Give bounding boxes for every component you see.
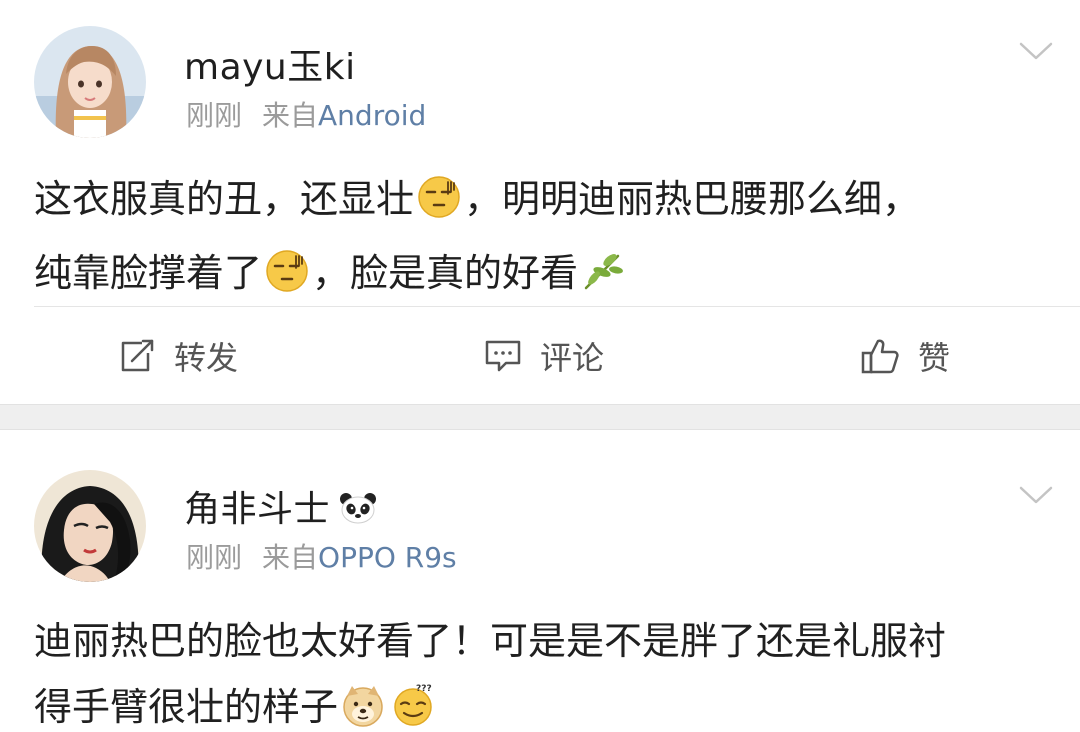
post-meta: 刚刚 来自Android <box>186 94 426 134</box>
repost-button[interactable]: 转发 <box>118 307 238 404</box>
feed-separator <box>0 404 1080 430</box>
content-text: 这衣服真的丑，还显壮 <box>34 177 415 221</box>
comment-label: 评论 <box>540 338 605 377</box>
comment-button[interactable]: 评论 <box>484 307 604 404</box>
svg-text:???: ??? <box>416 684 432 694</box>
sweat-face-icon <box>264 248 310 314</box>
post-content: 迪丽热巴的脸也太好看了！可是是不是胖了还是礼服衬 得手臂很壮的样子??? <box>34 608 1054 732</box>
username-text: 角非斗士 <box>184 489 331 530</box>
sweat-face-icon <box>416 174 462 240</box>
content-text: ，脸是真的好看 <box>312 251 579 295</box>
repost-label: 转发 <box>174 338 239 377</box>
post-content: 这衣服真的丑，还显壮 ，明明迪丽热巴腰那么细， 纯靠脸撑着了 ，脸是真的好看 <box>34 166 1054 314</box>
confused-face-icon: ??? <box>390 682 436 732</box>
post-time: 刚刚 <box>186 541 243 574</box>
avatar[interactable] <box>34 470 146 582</box>
source-prefix: 来自 <box>262 541 319 574</box>
avatar[interactable] <box>34 26 146 138</box>
post-time: 刚刚 <box>186 99 243 132</box>
source-prefix: 来自 <box>262 99 319 132</box>
content-text: 纯靠脸撑着了 <box>34 251 263 295</box>
thumbs-up-icon <box>861 339 899 373</box>
repost-icon <box>121 339 154 371</box>
source-link[interactable]: OPPO R9s <box>318 541 457 574</box>
post-meta: 刚刚 来自OPPO R9s <box>186 536 457 576</box>
chevron-down-icon[interactable] <box>1018 40 1054 62</box>
like-label: 赞 <box>918 338 951 377</box>
leaf-icon <box>580 248 626 314</box>
content-text: 迪丽热巴的脸也太好看了！可是是不是胖了还是礼服衬 <box>34 619 947 663</box>
like-button[interactable]: 赞 <box>860 307 950 404</box>
comment-icon <box>485 340 521 371</box>
chevron-down-icon[interactable] <box>1018 484 1054 506</box>
content-text: ，明明迪丽热巴腰那么细， <box>464 177 921 221</box>
panda-icon <box>340 493 377 524</box>
doge-icon <box>340 682 386 732</box>
username[interactable]: 角非斗士 <box>184 480 378 532</box>
action-bar: 转发 评论 赞 <box>0 307 1080 404</box>
weibo-post: mayu玉ki 刚刚 来自Android 这衣服真的丑，还显壮 ，明明迪丽热巴腰那么… <box>0 0 1080 404</box>
source-link[interactable]: Android <box>318 99 426 132</box>
content-text: 得手臂很壮的样子 <box>34 685 339 729</box>
username[interactable]: mayu玉ki <box>184 38 356 90</box>
weibo-post: 角非斗士 刚刚 来自OPPO R9s 迪丽热巴的脸也太好看了！可是是不是胖了还是礼… <box>0 430 1080 732</box>
